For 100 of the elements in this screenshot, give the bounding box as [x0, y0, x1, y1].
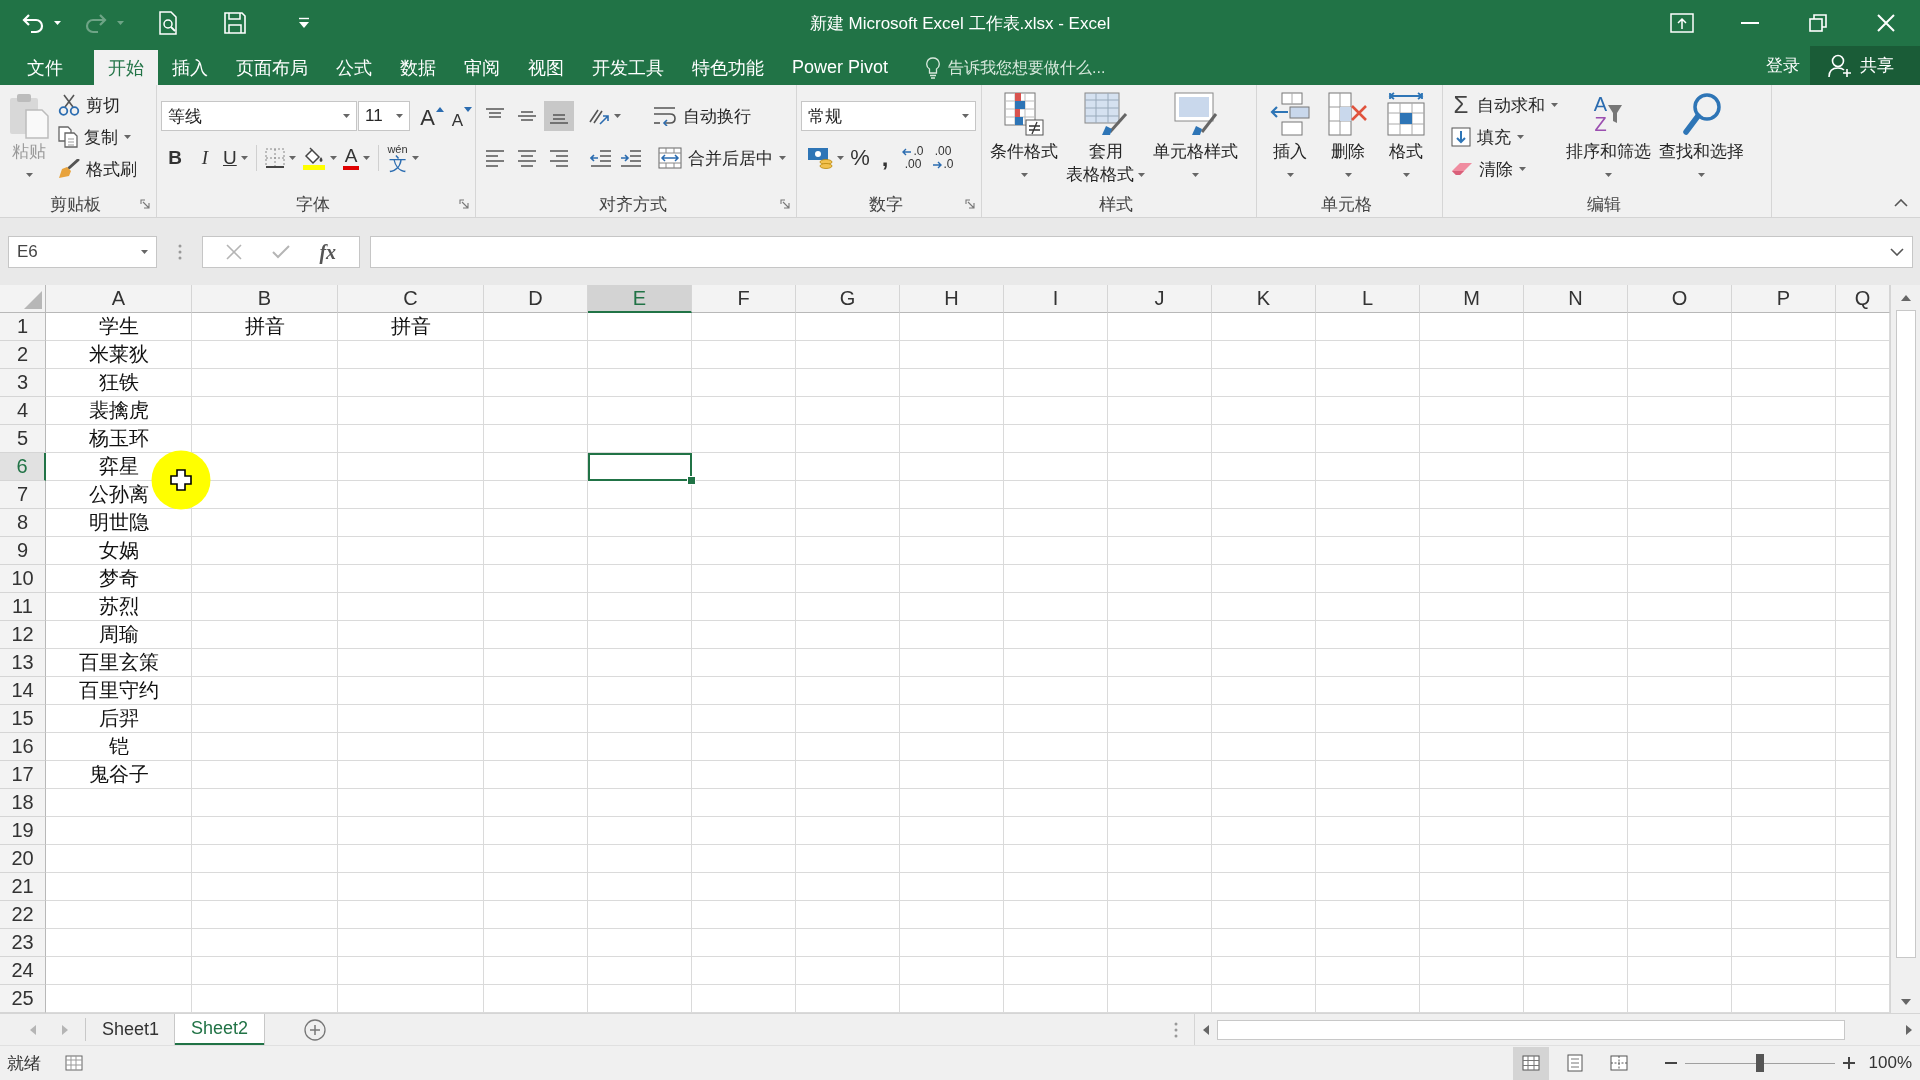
row-header[interactable]: 20	[0, 845, 46, 873]
ribbon-tab[interactable]: 插入	[158, 50, 222, 85]
tell-me-field[interactable]: 告诉我您想要做什么...	[948, 58, 1149, 77]
collapse-ribbon-icon[interactable]	[1894, 199, 1908, 207]
scroll-right-icon[interactable]	[1906, 1024, 1912, 1035]
decrease-font-size-button[interactable]: A	[448, 101, 476, 131]
row-header[interactable]: 13	[0, 649, 46, 677]
column-header[interactable]: H	[900, 285, 1004, 313]
dialog-launcher-icon[interactable]	[459, 199, 469, 209]
column-header[interactable]: C	[338, 285, 484, 313]
ribbon-tab[interactable]: 审阅	[450, 50, 514, 85]
decrease-decimal-button[interactable]: .00 .0	[930, 143, 956, 173]
row-header[interactable]: 12	[0, 621, 46, 649]
row-header[interactable]: 24	[0, 957, 46, 985]
column-header[interactable]: K	[1212, 285, 1316, 313]
percent-style-button[interactable]: %	[846, 143, 874, 173]
scrollbar-thumb[interactable]	[1895, 310, 1916, 958]
increase-indent-icon[interactable]	[620, 149, 642, 167]
scroll-left-icon[interactable]	[1203, 1024, 1209, 1035]
find-select-button[interactable]: 查找和选择	[1655, 85, 1748, 189]
dialog-launcher-icon[interactable]	[965, 199, 975, 209]
merge-center-button[interactable]: 合并后居中	[654, 142, 790, 174]
autosum-button[interactable]: Σ 自动求和	[1447, 89, 1562, 121]
ribbon-tab[interactable]: 开始	[94, 50, 158, 85]
row-header[interactable]: 7	[0, 481, 46, 509]
column-header[interactable]: P	[1732, 285, 1836, 313]
column-header[interactable]: O	[1628, 285, 1732, 313]
ribbon-tab[interactable]: 特色功能	[678, 50, 778, 85]
format-painter-button[interactable]: 格式刷	[54, 153, 141, 185]
wrap-text-button[interactable]: 自动换行	[649, 100, 755, 132]
column-header[interactable]: I	[1004, 285, 1108, 313]
cell-styles-button[interactable]: 单元格样式	[1149, 85, 1242, 189]
expand-icon[interactable]	[1890, 248, 1904, 256]
phonetic-guide-button[interactable]: wén 文	[385, 143, 421, 173]
sort-filter-button[interactable]: A Z 排序和筛选	[1562, 85, 1655, 189]
column-header[interactable]: F	[692, 285, 796, 313]
row-header[interactable]: 3	[0, 369, 46, 397]
row-header[interactable]: 23	[0, 929, 46, 957]
zoom-slider-thumb[interactable]	[1755, 1054, 1764, 1072]
row-header[interactable]: 15	[0, 705, 46, 733]
font-size-field[interactable]: 11	[358, 101, 410, 131]
clear-button[interactable]: 清除	[1447, 153, 1562, 185]
row-header[interactable]: 16	[0, 733, 46, 761]
increase-font-size-button[interactable]: A	[418, 101, 446, 131]
number-format-field[interactable]: 常规	[801, 101, 976, 131]
column-header[interactable]: Q	[1836, 285, 1890, 313]
scroll-down-icon[interactable]	[1900, 999, 1911, 1005]
scroll-up-icon[interactable]	[1900, 295, 1911, 301]
spreadsheet-icon[interactable]	[65, 1055, 83, 1071]
conditional-formatting-button[interactable]: 条件格式	[986, 85, 1062, 189]
row-header[interactable]: 17	[0, 761, 46, 789]
row-header[interactable]: 10	[0, 565, 46, 593]
row-header[interactable]: 2	[0, 341, 46, 369]
row-header[interactable]: 21	[0, 873, 46, 901]
fill-handle[interactable]	[687, 476, 696, 485]
zoom-level[interactable]: 100%	[1868, 1053, 1912, 1073]
row-header[interactable]: 9	[0, 537, 46, 565]
ribbon-tab[interactable]: Power Pivot	[778, 50, 903, 85]
zoom-in-icon[interactable]	[1842, 1057, 1855, 1069]
vertical-scrollbar[interactable]	[1890, 285, 1920, 1013]
row-header[interactable]: 5	[0, 425, 46, 453]
insert-button[interactable]: 插入	[1261, 85, 1319, 189]
ribbon-tab[interactable]: 文件	[13, 50, 94, 85]
font-color-button[interactable]: A	[340, 143, 373, 173]
row-header[interactable]: 14	[0, 677, 46, 705]
ribbon-tab[interactable]: 数据	[386, 50, 450, 85]
column-header[interactable]: E	[588, 285, 692, 313]
name-box[interactable]: E6	[8, 236, 157, 268]
ribbon-tab[interactable]: 视图	[514, 50, 578, 85]
ribbon-tab[interactable]: 公式	[322, 50, 386, 85]
row-header[interactable]: 4	[0, 397, 46, 425]
add-sheet-icon[interactable]	[304, 1018, 327, 1041]
font-name-field[interactable]: 等线	[161, 101, 357, 131]
comma-style-button[interactable]: ,	[874, 143, 896, 173]
row-header[interactable]: 8	[0, 509, 46, 537]
row-header[interactable]: 18	[0, 789, 46, 817]
dialog-launcher-icon[interactable]	[780, 199, 790, 209]
row-header[interactable]: 1	[0, 313, 46, 341]
column-header[interactable]: M	[1420, 285, 1524, 313]
column-header[interactable]: D	[484, 285, 588, 313]
copy-button[interactable]: 复制	[54, 121, 141, 153]
row-header[interactable]: 19	[0, 817, 46, 845]
column-header[interactable]: L	[1316, 285, 1420, 313]
fill-button[interactable]: 填充	[1447, 121, 1562, 153]
normal-view-button[interactable]	[1512, 1046, 1549, 1080]
dialog-launcher-icon[interactable]	[140, 199, 150, 209]
italic-button[interactable]: I	[191, 143, 219, 173]
formula-input[interactable]	[370, 236, 1913, 268]
decrease-indent-icon[interactable]	[590, 149, 612, 167]
row-header[interactable]: 11	[0, 593, 46, 621]
scrollbar-thumb[interactable]	[1217, 1019, 1845, 1040]
cut-button[interactable]: 剪切	[54, 89, 141, 121]
bold-button[interactable]: B	[161, 143, 189, 173]
row-header[interactable]: 6	[0, 453, 46, 481]
align-bottom-button[interactable]	[544, 101, 574, 131]
ribbon-tab[interactable]: 开发工具	[578, 50, 678, 85]
share-button[interactable]: 共享	[1810, 46, 1920, 85]
insert-function-button[interactable]: fx	[319, 240, 337, 264]
column-header[interactable]: N	[1524, 285, 1628, 313]
delete-button[interactable]: 删除	[1319, 85, 1377, 189]
